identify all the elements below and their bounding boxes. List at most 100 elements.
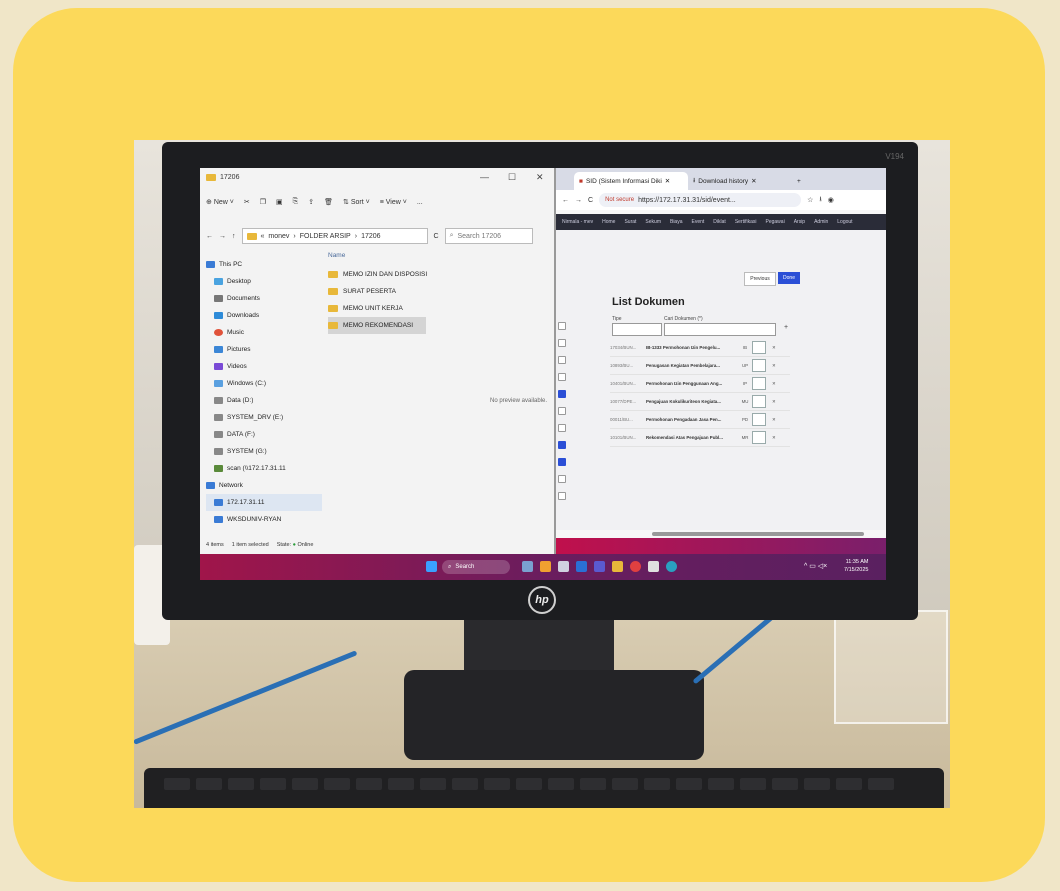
nav-admin[interactable]: Admin [814,219,828,225]
nav-sekum[interactable]: Sekum [645,219,661,225]
windows-start-icon[interactable] [426,561,437,572]
row-checkbox[interactable] [558,475,566,483]
nav-surat[interactable]: Surat [624,219,636,225]
tab-download-history[interactable]: ⭳ Download history ✕ [688,172,794,190]
cut-icon[interactable]: ✂ [244,198,250,206]
nav-event[interactable]: Event [692,219,705,225]
delete-icon[interactable]: 🗑 [324,198,333,206]
rename-icon[interactable]: ⎘ [293,198,299,206]
nav-pictures[interactable]: Pictures [206,341,322,358]
forward-icon[interactable]: → [219,233,226,240]
edge-icon[interactable] [666,561,677,572]
nav-data-d[interactable]: Data (D:) [206,392,322,409]
nav-documents[interactable]: Documents [206,290,322,307]
close-icon[interactable]: ✕ [772,399,782,405]
share-icon[interactable]: ⇪ [308,198,314,206]
search-input[interactable]: ⌕ Search 17206 [444,228,533,244]
widgets-icon[interactable] [522,561,533,572]
nav-biaya[interactable]: Biaya [670,219,683,225]
close-icon[interactable]: ✕ [772,417,782,423]
upload-icon[interactable] [752,413,766,426]
view-button[interactable]: ≡ View ˅ [380,199,407,206]
table-row[interactable]: 10893/BU... Penugasan Kegiatan Pembelajar… [610,357,790,375]
new-tab-button[interactable]: + [792,172,812,190]
row-checkbox[interactable] [558,339,566,347]
nav-logout[interactable]: Logout [837,219,852,225]
system-tray-icons[interactable]: ^ ▭ ◁× [804,562,827,570]
row-checkbox[interactable] [558,458,566,466]
done-button[interactable]: Done [778,272,800,284]
row-checkbox[interactable] [558,322,566,330]
nav-system-g[interactable]: SYSTEM (G:) [206,443,322,460]
address-input[interactable]: Not secure https://172.17.31.31/sid/event… [599,193,802,207]
paste-icon[interactable]: ▣ [276,198,283,206]
close-button[interactable]: ✕ [536,172,544,183]
new-button[interactable]: ⊕ New ˅ [206,198,234,206]
add-icon[interactable]: + [784,324,788,331]
task-view-icon[interactable] [558,561,569,572]
upload-icon[interactable] [752,431,766,444]
nav-user[interactable]: Nirmala - mev [562,219,593,225]
nav-arsip[interactable]: Arsip [794,219,805,225]
back-icon[interactable]: ← [206,233,213,240]
nav-music[interactable]: Music [206,324,322,341]
upload-icon[interactable] [752,395,766,408]
more-button[interactable]: ... [417,199,423,206]
copy-icon[interactable]: ❐ [260,198,266,206]
upload-icon[interactable] [752,341,766,354]
nav-windows-c[interactable]: Windows (C:) [206,375,322,392]
nav-sertifikasi[interactable]: Sertifikasi [735,219,757,225]
minimize-button[interactable]: — [480,172,489,182]
previous-button[interactable]: Previous [744,272,776,286]
nav-system-drv-e[interactable]: SYSTEM_DRV (E:) [206,409,322,426]
table-row[interactable]: 10401/BUN... Permohonan Izin Penggunaan A… [610,375,790,393]
nav-data-f[interactable]: DATA (F:) [206,426,322,443]
row-checkbox[interactable] [558,441,566,449]
row-checkbox[interactable] [558,356,566,364]
search-document-input[interactable] [664,323,776,336]
chrome-icon[interactable] [630,561,641,572]
close-icon[interactable]: ✕ [772,363,782,369]
table-row[interactable]: 10101/BUN... Rekomendasi Atas Pengajuan P… [610,429,790,447]
close-icon[interactable]: ✕ [772,381,782,387]
upload-icon[interactable] [752,359,766,372]
nav-home[interactable]: Home [602,219,615,225]
row-checkbox[interactable] [558,390,566,398]
nav-network[interactable]: Network [206,477,322,494]
tipe-select[interactable] [612,323,662,336]
table-row[interactable]: 10077/DPE... Pengajuan Kokulikuriteon Keg… [610,393,790,411]
download-icon[interactable]: ⭳ [819,195,821,206]
reload-icon[interactable]: C [588,197,593,204]
forward-icon[interactable]: → [575,197,582,204]
nav-network-host[interactable]: WKSDUNIV-RYAN [206,511,322,528]
nav-videos[interactable]: Videos [206,358,322,375]
up-icon[interactable]: ↑ [232,233,236,240]
list-item[interactable]: MEMO REKOMENDASI [328,317,426,334]
profile-icon[interactable]: ◉ [828,196,834,204]
app-icon[interactable] [648,561,659,572]
nav-network-host[interactable]: 172.17.31.11 [206,494,322,511]
close-icon[interactable]: ✕ [772,345,782,351]
nav-desktop[interactable]: Desktop [206,273,322,290]
row-checkbox[interactable] [558,424,566,432]
back-icon[interactable]: ← [562,197,569,204]
upload-icon[interactable] [752,377,766,390]
table-row[interactable]: 00011/BU... Permohonan Pengadaan Jasa Pen… [610,411,790,429]
horizontal-scrollbar[interactable] [652,532,864,536]
nav-this-pc[interactable]: This PC [206,256,322,273]
app-icon[interactable] [576,561,587,572]
row-checkbox[interactable] [558,373,566,381]
list-item[interactable]: SURAT PESERTA [328,283,550,300]
refresh-icon[interactable]: C [434,233,439,240]
star-icon[interactable]: ☆ [807,196,813,204]
nav-diklat[interactable]: Diklat [713,219,726,225]
clock[interactable]: 11:35 AM 7/15/2025 [844,558,868,574]
widgets-icon[interactable] [540,561,551,572]
column-header-name[interactable]: Name [328,252,550,266]
maximize-button[interactable]: ☐ [508,172,516,183]
teams-icon[interactable] [594,561,605,572]
row-checkbox[interactable] [558,492,566,500]
close-icon[interactable]: ✕ [772,435,782,441]
nav-pegawai[interactable]: Pegawai [766,219,785,225]
nav-scan[interactable]: scan (\\172.17.31.11 [206,460,322,477]
